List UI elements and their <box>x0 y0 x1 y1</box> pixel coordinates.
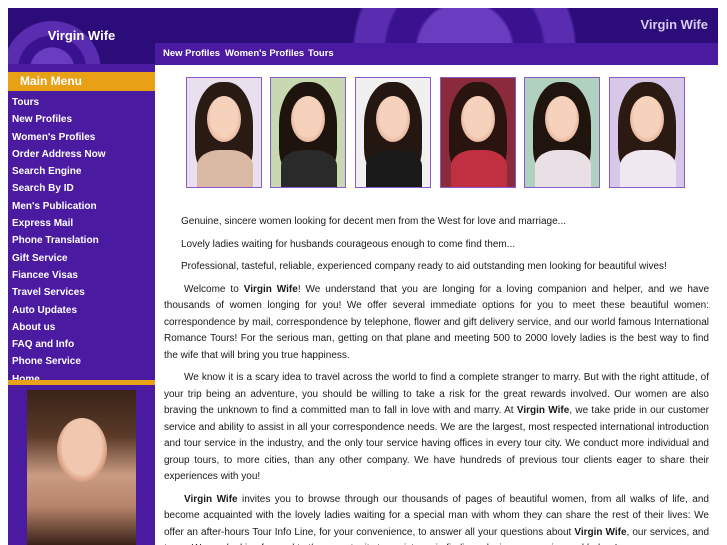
menu-link-gift-service[interactable]: Gift Service <box>12 253 68 264</box>
photo-face <box>545 96 579 142</box>
menu-item-womens-profiles: Women's Profiles <box>8 127 155 144</box>
top-nav: New Profiles Women's Profiles Tours <box>155 43 718 65</box>
topnav-new-profiles[interactable]: New Profiles <box>163 48 220 59</box>
photo-body <box>366 150 422 187</box>
photo-face <box>376 96 410 142</box>
photo-face <box>461 96 495 142</box>
profile-photo-6[interactable] <box>609 77 685 188</box>
photo-face <box>630 96 664 142</box>
menu-link-new-profiles[interactable]: New Profiles <box>12 114 72 125</box>
text-run: ! We understand that you are longing for… <box>164 283 710 361</box>
menu-item-express-mail: Express Mail <box>8 213 155 230</box>
menu-divider <box>8 380 155 385</box>
menu-item-auto-updates: Auto Updates <box>8 300 155 317</box>
profile-photo-2[interactable] <box>270 77 346 188</box>
menu-link-fiancee-visas[interactable]: Fiancee Visas <box>12 270 78 281</box>
profile-photo-1[interactable] <box>186 77 262 188</box>
menu-link-phone-service[interactable]: Phone Service <box>12 356 81 367</box>
photo-face <box>207 96 241 142</box>
top-banner: Virgin Wife <box>155 8 718 43</box>
sidebar-photo-face <box>57 418 107 482</box>
menu-item-gift-service: Gift Service <box>8 248 155 265</box>
profile-photos <box>186 77 686 189</box>
text-run: Welcome to <box>184 283 244 295</box>
browse-paragraph: Virgin Wife invites you to browse throug… <box>164 492 709 545</box>
profile-photo-4[interactable] <box>440 77 516 188</box>
welcome-paragraph: Welcome to Virgin Wife! We understand th… <box>164 282 709 365</box>
sidebar-photo[interactable] <box>27 390 136 545</box>
travel-paragraph: We know it is a scary idea to travel acr… <box>164 370 709 486</box>
profile-photo-5[interactable] <box>524 77 600 188</box>
menu-link-phone-translation[interactable]: Phone Translation <box>12 235 99 246</box>
menu-item-about-us: About us <box>8 317 155 334</box>
menu-link-travel-services[interactable]: Travel Services <box>12 287 85 298</box>
intro-line-2: Lovely ladies waiting for husbands coura… <box>181 238 516 250</box>
menu-item-new-profiles: New Profiles <box>8 109 155 126</box>
main-menu-header: Main Menu <box>8 72 155 91</box>
menu-item-tours: Tours <box>8 92 155 109</box>
logo-box: Virgin Wife <box>8 8 155 64</box>
menu-item-search-engine: Search Engine <box>8 161 155 178</box>
menu-item-phone-translation: Phone Translation <box>8 230 155 247</box>
banner-title: Virgin Wife <box>640 17 708 32</box>
main-content: Genuine, sincere women looking for decen… <box>164 214 709 545</box>
text-run: , we take pride in our customer service … <box>164 405 709 482</box>
intro-line-3: Professional, tasteful, reliable, experi… <box>181 261 667 272</box>
main-menu-label: Main Menu <box>20 74 82 88</box>
menu-link-auto-updates[interactable]: Auto Updates <box>12 305 77 316</box>
menu-link-mens-publication[interactable]: Men's Publication <box>12 201 97 212</box>
photo-body <box>281 150 337 187</box>
menu-link-faq[interactable]: FAQ and Info <box>12 339 74 350</box>
brand-name: Virgin Wife <box>574 526 627 538</box>
menu-link-express-mail[interactable]: Express Mail <box>12 218 73 229</box>
menu-item-faq: FAQ and Info <box>8 334 155 351</box>
menu-item-travel-services: Travel Services <box>8 282 155 299</box>
photo-body <box>535 150 591 187</box>
menu-link-tours[interactable]: Tours <box>12 97 39 108</box>
menu-link-womens-profiles[interactable]: Women's Profiles <box>12 132 95 143</box>
menu-item-phone-service: Phone Service <box>8 351 155 368</box>
brand-name: Virgin Wife <box>184 493 238 505</box>
photo-face <box>291 96 325 142</box>
photo-body <box>197 150 253 187</box>
intro-line-1: Genuine, sincere women looking for decen… <box>181 216 567 227</box>
photo-body <box>451 150 507 187</box>
menu-link-order-address[interactable]: Order Address Now <box>12 149 106 160</box>
left-sidebar: Virgin Wife Main Menu Tours New Profiles… <box>8 8 155 545</box>
brand-name: Virgin Wife <box>243 283 298 295</box>
main-menu: Tours New Profiles Women's Profiles Orde… <box>8 92 155 386</box>
menu-link-search-engine[interactable]: Search Engine <box>12 166 81 177</box>
menu-item-order-address: Order Address Now <box>8 144 155 161</box>
topnav-womens-profiles[interactable]: Women's Profiles <box>225 48 304 59</box>
brand-name: Virgin Wife <box>516 405 570 416</box>
menu-item-fiancee-visas: Fiancee Visas <box>8 265 155 282</box>
menu-link-search-by-id[interactable]: Search By ID <box>12 183 74 194</box>
site-title: Virgin Wife <box>47 28 116 43</box>
menu-link-about-us[interactable]: About us <box>12 322 55 333</box>
menu-item-search-by-id: Search By ID <box>8 178 155 195</box>
menu-item-mens-publication: Men's Publication <box>8 196 155 213</box>
profile-photo-3[interactable] <box>355 77 431 188</box>
topnav-tours[interactable]: Tours <box>308 48 334 59</box>
photo-body <box>620 150 676 187</box>
